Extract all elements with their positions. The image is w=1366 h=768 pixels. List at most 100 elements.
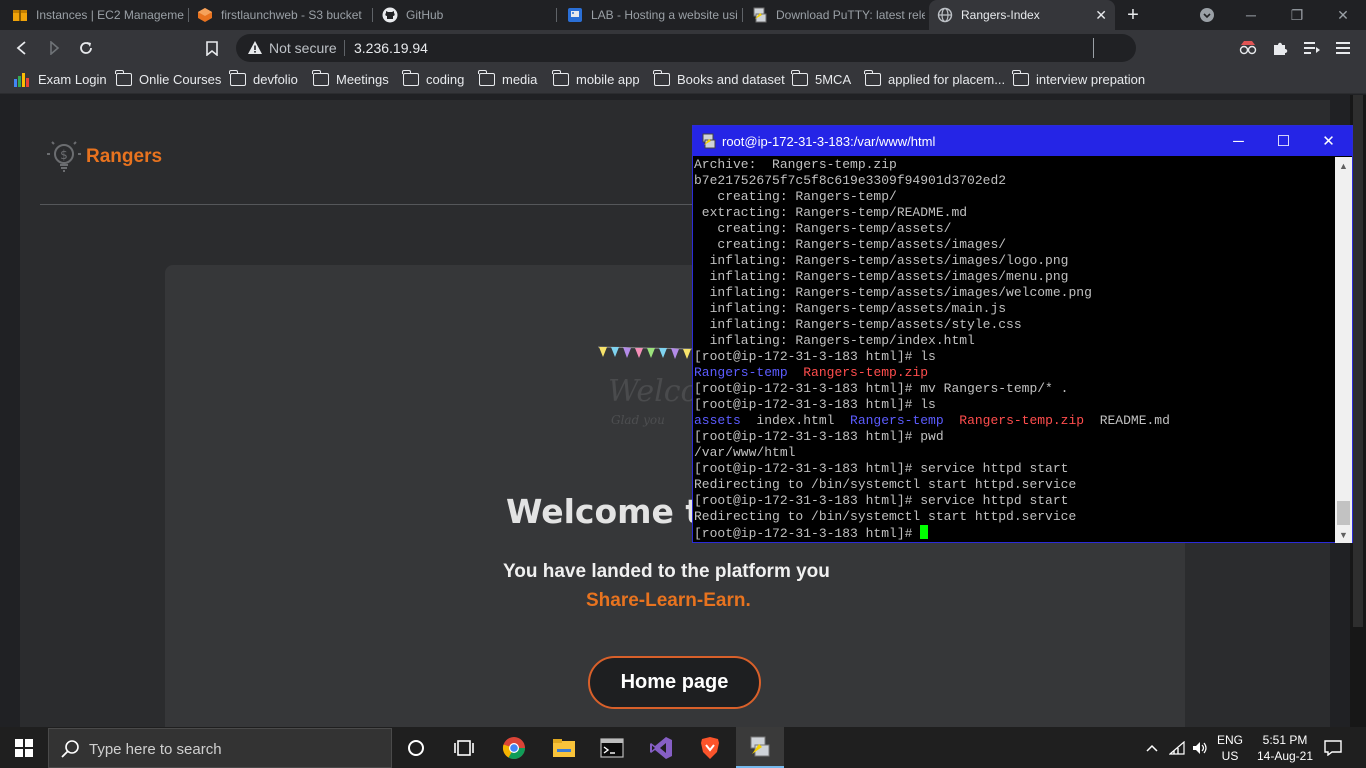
bookmark-exam-login[interactable]: Exam Login	[14, 72, 107, 87]
terminal-text: inflating: Rangers-temp/assets/images/we…	[694, 285, 1092, 300]
folder-icon	[791, 70, 808, 86]
terminal-line: Rangers-temp Rangers-temp.zip	[694, 365, 1334, 381]
security-label[interactable]: Not secure	[269, 40, 337, 56]
clock-time: 5:51 PM	[1262, 732, 1308, 747]
terminal-line: Redirecting to /bin/systemctl start http…	[694, 477, 1334, 493]
document-icon	[567, 7, 583, 23]
brave-browser-icon[interactable]	[686, 727, 734, 768]
terminal-scroll-thumb[interactable]	[1337, 501, 1350, 525]
page-scroll-thumb[interactable]	[1353, 95, 1363, 627]
folder-icon	[552, 70, 569, 86]
restore-icon[interactable]: ❐	[1274, 0, 1320, 30]
notifications-icon[interactable]	[1318, 727, 1348, 768]
bookmark-folder-placements[interactable]: applied for placem...	[864, 70, 1005, 87]
tab-github[interactable]: GitHub	[382, 0, 552, 30]
cortana-icon[interactable]	[392, 727, 440, 768]
clock-date: 14-Aug-21	[1256, 748, 1314, 763]
tab-putty-download[interactable]: Download PuTTY: latest rele	[752, 0, 925, 30]
bookmark-label: mobile app	[576, 72, 640, 87]
tab-separator	[742, 8, 743, 22]
terminal-text: [root@ip-172-31-3-183 html]# mv Rangers-…	[694, 381, 1069, 396]
tab-ec2[interactable]: Instances | EC2 Managemen	[12, 0, 184, 30]
tab-rangers-index[interactable]: Rangers-Index ✕	[929, 0, 1115, 30]
putty-taskbar-icon[interactable]	[736, 727, 784, 768]
bookmark-folder-meetings[interactable]: Meetings	[312, 70, 389, 87]
url-text[interactable]: 3.236.19.94	[354, 40, 428, 56]
tab-search-icon[interactable]	[1184, 0, 1230, 30]
terminal-line: inflating: Rangers-temp/assets/main.js	[694, 301, 1334, 317]
terminal-line: assets index.html Rangers-temp Rangers-t…	[694, 413, 1334, 429]
scroll-up-icon[interactable]: ▲	[1335, 157, 1352, 174]
bookmark-label: interview prepation	[1036, 72, 1146, 87]
bookmark-folder-coding[interactable]: coding	[402, 70, 464, 87]
forward-icon[interactable]	[42, 36, 66, 60]
putty-maximize-icon[interactable]: ☐	[1261, 126, 1306, 156]
new-tab-button[interactable]: +	[1117, 0, 1149, 30]
bookmark-folder-devfolio[interactable]: devfolio	[229, 70, 298, 87]
task-view-icon[interactable]	[440, 727, 488, 768]
terminal-line: Archive: Rangers-temp.zip	[694, 157, 1334, 173]
tab-lab[interactable]: LAB - Hosting a website usi	[567, 0, 739, 30]
show-hidden-icons[interactable]	[1140, 727, 1164, 768]
terminal-text: Rangers-temp	[850, 413, 944, 428]
bookmark-folder-mobile-app[interactable]: mobile app	[552, 70, 640, 87]
terminal-text: [root@ip-172-31-3-183 html]#	[694, 526, 921, 541]
extensions-puzzle-icon[interactable]	[1268, 36, 1292, 60]
close-tab-icon[interactable]: ✕	[1095, 8, 1107, 22]
file-explorer-icon[interactable]	[540, 727, 588, 768]
terminal-line: creating: Rangers-temp/assets/	[694, 221, 1334, 237]
playlist-icon[interactable]	[1300, 36, 1324, 60]
site-logo[interactable]: $ Rangers	[46, 139, 162, 175]
scroll-down-icon[interactable]: ▼	[1335, 526, 1352, 543]
putty-titlebar[interactable]: root@ip-172-31-3-183:/var/www/html ─ ☐ ✕	[693, 126, 1352, 156]
bookmark-folder-5mca[interactable]: 5MCA	[791, 70, 851, 87]
volume-icon[interactable]	[1189, 727, 1211, 768]
bookmark-label: Meetings	[336, 72, 389, 87]
extension-incognito-icon[interactable]	[1236, 36, 1260, 60]
minimize-icon[interactable]: ─	[1228, 0, 1274, 30]
chrome-icon[interactable]	[490, 727, 538, 768]
terminal-line: [root@ip-172-31-3-183 html]# service htt…	[694, 461, 1334, 477]
home-page-button[interactable]: Home page	[588, 656, 761, 709]
terminal-output[interactable]: Archive: Rangers-temp.zip b7e21752675f7c5…	[694, 157, 1334, 543]
tab-s3[interactable]: firstlaunchweb - S3 bucket	[197, 0, 365, 30]
close-window-icon[interactable]: ✕	[1320, 0, 1366, 30]
bookmark-label: media	[502, 72, 538, 87]
warning-icon[interactable]	[247, 40, 263, 56]
windows-taskbar: Type here to search ENG US 5:51 PM 14-Au…	[0, 727, 1366, 768]
taskbar-search-box[interactable]: Type here to search	[48, 728, 392, 768]
terminal-scrollbar[interactable]: ▲ ▼	[1335, 157, 1352, 543]
bookmark-folder-onlie-courses[interactable]: Onlie Courses	[115, 70, 221, 87]
menu-icon[interactable]	[1331, 36, 1355, 60]
bookmark-label: Books and dataset	[677, 72, 785, 87]
wifi-icon[interactable]	[1166, 727, 1188, 768]
bookmark-folder-books[interactable]: Books and dataset	[653, 70, 785, 87]
putty-close-icon[interactable]: ✕	[1306, 126, 1351, 156]
visual-studio-icon[interactable]	[637, 727, 685, 768]
address-divider	[1093, 38, 1094, 58]
clock[interactable]: 5:51 PM 14-Aug-21	[1252, 727, 1318, 768]
lightbulb-icon: $	[47, 141, 81, 172]
folder-icon	[115, 70, 132, 86]
terminal-text: [root@ip-172-31-3-183 html]# ls	[694, 397, 936, 412]
command-prompt-icon[interactable]	[588, 727, 636, 768]
language-indicator[interactable]: ENG US	[1212, 727, 1248, 768]
folder-icon	[402, 70, 419, 86]
tab-separator	[372, 8, 373, 22]
back-icon[interactable]	[10, 36, 34, 60]
bookmark-folder-media[interactable]: media	[478, 70, 538, 87]
reload-icon[interactable]	[74, 36, 98, 60]
tab-separator	[556, 8, 557, 22]
terminal-cursor	[920, 525, 929, 539]
folder-icon	[864, 70, 881, 86]
welcome-script-subtext: Glad you	[611, 413, 665, 427]
terminal-text: inflating: Rangers-temp/assets/style.css	[694, 317, 1022, 332]
bookmark-icon[interactable]	[200, 36, 224, 60]
terminal-line: extracting: Rangers-temp/README.md	[694, 205, 1334, 221]
start-button[interactable]	[0, 727, 48, 768]
bookmark-folder-interview[interactable]: interview prepation	[1012, 70, 1146, 87]
region-code: US	[1221, 748, 1239, 763]
putty-minimize-icon[interactable]: ─	[1216, 126, 1261, 156]
globe-icon	[937, 7, 953, 23]
aws-ec2-icon	[12, 7, 28, 23]
